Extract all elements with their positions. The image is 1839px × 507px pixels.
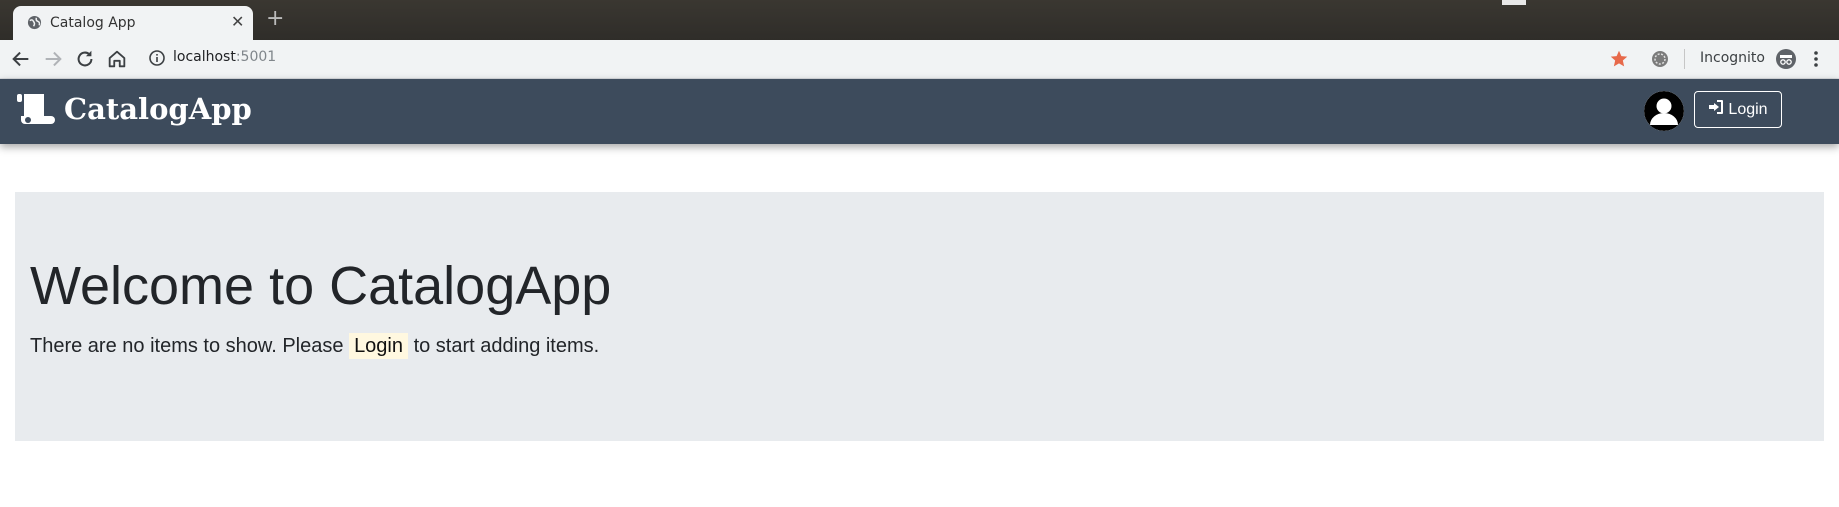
browser-tabstrip: Catalog App ✕ + [0,0,1839,40]
url-host: localhost [173,49,236,65]
toolbar-divider [1684,49,1685,69]
window-control-fragment [1502,0,1526,5]
home-icon[interactable] [106,48,128,70]
address-bar[interactable]: localhost:5001 [173,49,276,65]
empty-state-message: There are no items to show. Please Login… [30,333,600,359]
inline-login-link[interactable]: Login [349,333,408,359]
scroll-icon [15,92,55,130]
tab-close-icon[interactable]: ✕ [231,13,244,31]
info-icon[interactable] [148,49,166,67]
login-button[interactable]: Login [1694,91,1782,128]
browser-tab[interactable]: Catalog App ✕ [13,6,253,40]
incognito-icon[interactable] [1775,48,1797,70]
brand-name[interactable]: CatalogApp [64,92,252,126]
url-port: :5001 [235,49,277,65]
message-text-after: to start adding items. [413,335,600,357]
globe-icon [27,15,42,30]
kebab-menu-icon[interactable] [1811,49,1821,69]
tab-title: Catalog App [50,15,136,31]
app-navbar: CatalogApp Login [0,79,1839,144]
arrow-left-icon[interactable] [10,48,32,70]
new-tab-button[interactable]: + [266,8,284,30]
arrow-right-icon[interactable] [42,48,64,70]
star-icon[interactable] [1608,48,1630,70]
sign-in-icon [1708,99,1728,120]
welcome-heading: Welcome to CatalogApp [30,256,612,316]
user-avatar-icon[interactable] [1644,91,1684,131]
incognito-label: Incognito [1700,50,1765,66]
reload-icon[interactable] [74,48,96,70]
message-text-before: There are no items to show. Please [30,335,344,357]
login-button-label: Login [1728,100,1768,118]
welcome-jumbotron: Welcome to CatalogApp There are no items… [15,192,1824,441]
extension-icon[interactable] [1650,49,1670,69]
browser-toolbar: localhost:5001 Incognito [0,40,1839,79]
